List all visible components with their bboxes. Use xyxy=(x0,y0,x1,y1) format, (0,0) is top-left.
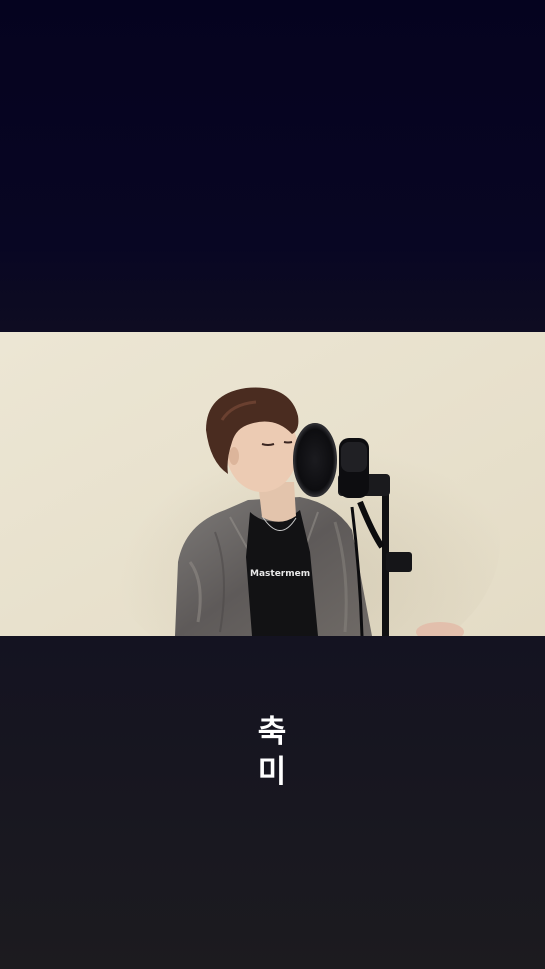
story-screen: Mastermem 축 미 xyxy=(0,0,545,969)
video-frame[interactable]: Mastermem xyxy=(0,332,545,636)
shirt-print: Mastermem xyxy=(250,569,310,579)
caption-line-1: 축 xyxy=(257,714,288,750)
story-caption: 축 미 xyxy=(0,712,545,792)
caption-line-2: 미 xyxy=(257,754,288,790)
singer-video-still: Mastermem xyxy=(0,332,545,636)
